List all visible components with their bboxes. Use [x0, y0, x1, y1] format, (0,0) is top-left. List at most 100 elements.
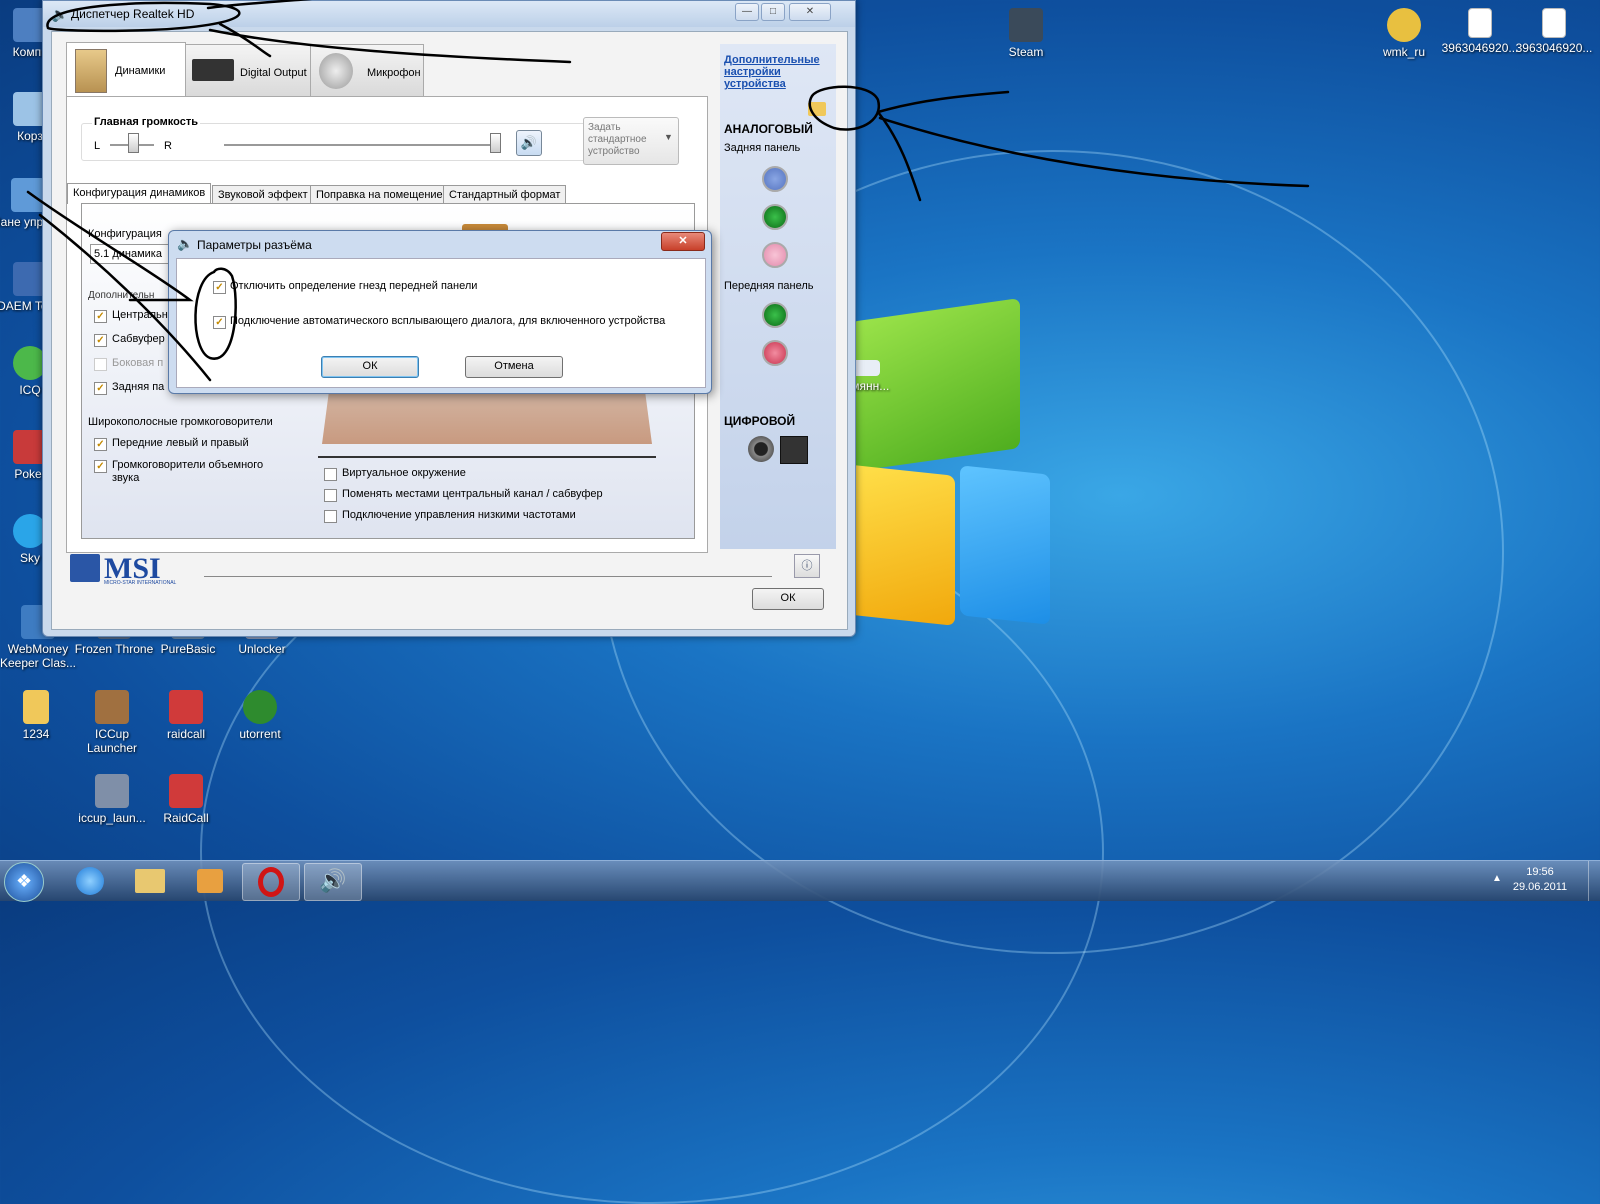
info-icon[interactable]: ⓘ	[794, 554, 820, 578]
taskbar-explorer[interactable]	[122, 863, 178, 899]
desktop-icon-raidcall-2[interactable]: RaidCall	[146, 774, 226, 825]
checkbox-surround[interactable]	[94, 460, 107, 473]
iccup-launcher-icon	[95, 774, 129, 808]
chevron-down-icon: ▼	[664, 132, 673, 142]
balance-slider[interactable]	[128, 133, 139, 153]
divider	[318, 456, 656, 458]
speaker-icon: 🔈	[51, 6, 69, 22]
clock[interactable]: 19:56 29.06.2011	[1510, 865, 1570, 895]
tab-digital-output[interactable]: Digital Output	[185, 44, 311, 97]
taskbar-media-player[interactable]	[182, 863, 238, 899]
wideband-title: Широкополосные громкоговорители	[88, 416, 273, 428]
folder-icon	[23, 690, 49, 724]
speaker-icon: 🔈	[177, 236, 194, 251]
microphone-icon	[319, 53, 353, 89]
digital-output-icon	[192, 59, 234, 81]
desktop-icon-file-2[interactable]: 3963046920...	[1514, 8, 1594, 55]
dialog-title: Параметры разъёма	[197, 238, 312, 252]
speaker-config-select[interactable]: 5.1 динамика	[90, 244, 175, 264]
document-icon	[1468, 8, 1492, 38]
checkbox-rear[interactable]	[94, 382, 107, 395]
master-volume-group: Главная громкость L R 🔊	[81, 116, 588, 161]
steam-icon	[1009, 8, 1043, 42]
jack-pink[interactable]	[762, 242, 788, 268]
checkbox-disable-front-jack-detection[interactable]	[213, 281, 226, 294]
coaxial-port-icon[interactable]	[748, 436, 774, 462]
maximize-button[interactable]: □	[761, 3, 785, 21]
show-desktop-button[interactable]	[1588, 861, 1600, 901]
checkbox-auto-popup[interactable]	[213, 316, 226, 329]
utorrent-icon	[243, 690, 277, 724]
document-icon	[852, 360, 880, 376]
tab-microphone[interactable]: Микрофон	[310, 44, 424, 97]
taskbar: ❖ 🔊 ▲ 19:56 29.06.2011	[0, 860, 1600, 902]
taskbar-opera[interactable]	[242, 863, 300, 901]
close-button[interactable]: ✕	[789, 3, 831, 21]
desktop-icon-utorrent[interactable]: utorrent	[220, 690, 300, 741]
windows-logo-icon: ❖	[16, 871, 33, 891]
mute-speaker-icon[interactable]: 🔊	[516, 130, 542, 156]
raidcall-icon	[169, 774, 203, 808]
connector-settings-dialog: 🔈 Параметры разъёма ✕ Отключить определе…	[168, 230, 712, 394]
jack-green[interactable]	[762, 204, 788, 230]
windows-logo-blue	[960, 465, 1050, 625]
folder-icon	[135, 869, 165, 893]
msi-logo-icon	[70, 554, 100, 582]
iccup-icon	[95, 690, 129, 724]
desktop-icon-raidcall[interactable]: raidcall	[146, 690, 226, 741]
annotation-arrow	[876, 90, 1010, 114]
checkbox-bass-management[interactable]	[324, 510, 337, 523]
subtab-room-correction[interactable]: Поправка на помещение	[310, 185, 449, 205]
checkbox-virtual-surround[interactable]	[324, 468, 337, 481]
windows-logo-yellow	[845, 464, 955, 626]
start-button[interactable]: ❖	[4, 862, 44, 902]
msi-logo: MSI MICRO-STAR INTERNATIONAL	[70, 552, 192, 586]
subtab-sound-effect[interactable]: Звуковой эффект	[212, 185, 314, 205]
speaker-icon: 🔊	[319, 868, 347, 893]
set-default-device-button[interactable]: Задать стандартное устройство ▼	[583, 117, 679, 165]
dialog-close-button[interactable]: ✕	[661, 232, 705, 251]
footer-divider	[204, 576, 772, 577]
taskbar-ie[interactable]	[62, 863, 118, 899]
dialog-body: Отключить определение гнезд передней пан…	[176, 258, 706, 388]
jack-front-pink[interactable]	[762, 340, 788, 366]
raidcall-icon	[169, 690, 203, 724]
advanced-settings-link[interactable]: Дополнительные настройки устройства	[724, 54, 824, 90]
desktop-icon-steam[interactable]: Steam	[986, 8, 1066, 59]
checkbox-front-lr[interactable]	[94, 438, 107, 451]
show-hidden-icons-icon[interactable]: ▲	[1492, 873, 1502, 884]
media-player-icon	[197, 869, 223, 893]
title-bar[interactable]: 🔈 Диспетчер Realtek HD — □ ✕	[43, 1, 855, 27]
desktop-icon-iccup-launcher[interactable]: iccup_laun...	[72, 774, 152, 825]
room-floor	[322, 394, 652, 444]
volume-slider[interactable]	[490, 133, 501, 153]
window-title: Диспетчер Realtek HD	[71, 7, 195, 21]
checkbox-subwoofer[interactable]	[94, 334, 107, 347]
internet-explorer-icon	[76, 867, 104, 895]
dialog-ok-button[interactable]: ОК	[321, 356, 419, 378]
subtab-default-format[interactable]: Стандартный формат	[443, 185, 567, 205]
checkbox-center[interactable]	[94, 310, 107, 323]
webmoney-keeper-icon	[1387, 8, 1421, 42]
control-panel-icon	[10, 178, 45, 212]
desktop-icon-iccup[interactable]: ICCup Launcher	[72, 690, 152, 755]
minimize-button[interactable]: —	[735, 3, 759, 21]
folder-icon[interactable]	[808, 102, 826, 116]
window-ok-button[interactable]: ОК	[752, 588, 824, 610]
taskbar-realtek[interactable]: 🔊	[304, 863, 362, 901]
desktop-icon-file-1[interactable]: 3963046920...	[1440, 8, 1520, 55]
tab-speakers[interactable]: Динамики	[66, 42, 186, 99]
subtab-speaker-config[interactable]: Конфигурация динамиков	[67, 183, 212, 204]
desktop-icon-folder-1234[interactable]: 1234	[0, 690, 76, 741]
desktop-icon-wmk[interactable]: wmk_ru	[1364, 8, 1444, 59]
connector-sidebar: Дополнительные настройки устройства АНАЛ…	[720, 44, 836, 549]
checkbox-side[interactable]	[94, 358, 107, 371]
jack-blue[interactable]	[762, 166, 788, 192]
checkbox-swap-center-sub[interactable]	[324, 489, 337, 502]
dialog-cancel-button[interactable]: Отмена	[465, 356, 563, 378]
opera-icon	[258, 867, 284, 897]
speakers-icon	[75, 49, 107, 93]
jack-front-green[interactable]	[762, 302, 788, 328]
volume-track	[224, 144, 498, 146]
optical-port-icon[interactable]	[780, 436, 808, 464]
